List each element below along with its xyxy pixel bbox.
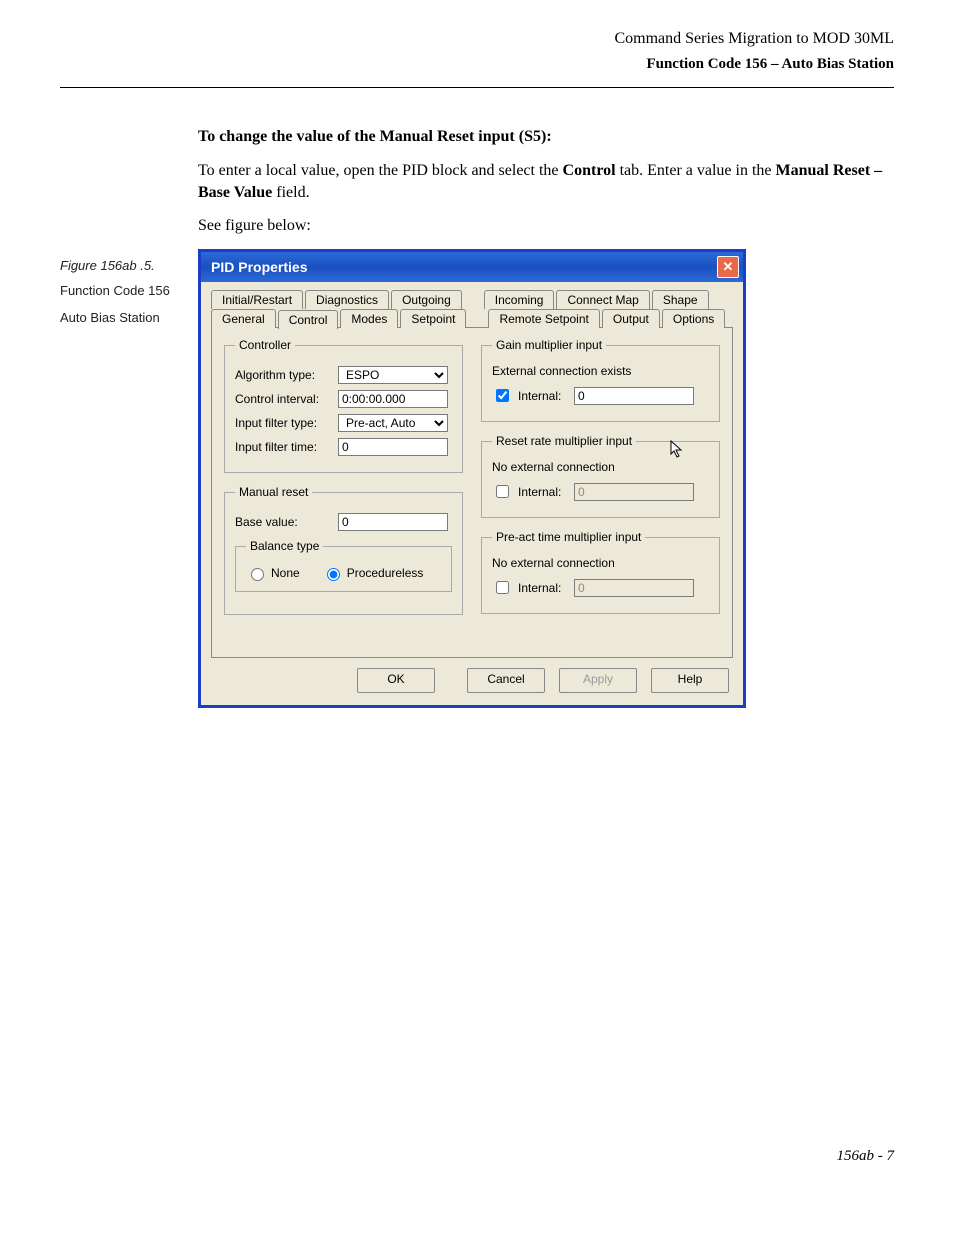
tab-output[interactable]: Output bbox=[602, 309, 660, 328]
tab-options[interactable]: Options bbox=[662, 309, 725, 328]
instr-text2: tab. Enter a value in the bbox=[616, 162, 776, 179]
gain-internal-label: Internal: bbox=[518, 389, 568, 403]
tab-incoming[interactable]: Incoming bbox=[484, 290, 555, 309]
dialog-title: PID Properties bbox=[211, 259, 307, 275]
tab-diagnostics[interactable]: Diagnostics bbox=[305, 290, 389, 309]
doc-title: Command Series Migration to MOD 30ML bbox=[60, 30, 894, 48]
preact-internal-input bbox=[574, 579, 694, 597]
input-filter-type-label: Input filter type: bbox=[235, 416, 330, 430]
base-value-label: Base value: bbox=[235, 515, 330, 529]
preact-group: Pre-act time multiplier input No externa… bbox=[481, 530, 720, 614]
instr-bold-control: Control bbox=[563, 162, 616, 179]
tab-remote-setpoint[interactable]: Remote Setpoint bbox=[488, 309, 599, 328]
cursor-icon bbox=[670, 440, 686, 460]
preact-internal-label: Internal: bbox=[518, 581, 568, 595]
manual-reset-legend: Manual reset bbox=[235, 485, 312, 499]
gain-legend: Gain multiplier input bbox=[492, 338, 606, 352]
input-filter-time-label: Input filter time: bbox=[235, 440, 330, 454]
gain-multiplier-group: Gain multiplier input External connectio… bbox=[481, 338, 720, 422]
tab-control[interactable]: Control bbox=[278, 310, 339, 329]
balance-procedureless-label: Procedureless bbox=[347, 566, 424, 580]
tab-general[interactable]: General bbox=[211, 309, 276, 328]
dialog-titlebar[interactable]: PID Properties ✕ bbox=[201, 252, 743, 282]
control-interval-input[interactable] bbox=[338, 390, 448, 408]
balance-type-group: Balance type None Procedurel bbox=[235, 539, 452, 592]
close-icon[interactable]: ✕ bbox=[717, 256, 739, 278]
input-filter-time-input[interactable] bbox=[338, 438, 448, 456]
manual-reset-group: Manual reset Base value: Balance type bbox=[224, 485, 463, 615]
tab-connect-map[interactable]: Connect Map bbox=[556, 290, 649, 309]
algorithm-type-select[interactable]: ESPO bbox=[338, 366, 448, 384]
pid-properties-dialog: PID Properties ✕ Initial/Restart Diagnos… bbox=[198, 249, 746, 708]
gain-status: External connection exists bbox=[492, 364, 709, 378]
cancel-button[interactable]: Cancel bbox=[467, 668, 545, 693]
reset-rate-internal-label: Internal: bbox=[518, 485, 568, 499]
sidebar-name: Auto Bias Station bbox=[60, 310, 190, 327]
reset-rate-internal-input bbox=[574, 483, 694, 501]
instr-text: To enter a local value, open the PID blo… bbox=[198, 162, 563, 179]
reset-rate-legend: Reset rate multiplier input bbox=[492, 434, 636, 448]
instruction-heading: To change the value of the Manual Reset … bbox=[198, 128, 894, 146]
reset-rate-internal-checkbox[interactable] bbox=[496, 485, 509, 498]
header-rule bbox=[60, 87, 894, 88]
help-button[interactable]: Help bbox=[651, 668, 729, 693]
controller-legend: Controller bbox=[235, 338, 295, 352]
reset-rate-status: No external connection bbox=[492, 460, 709, 474]
apply-button: Apply bbox=[559, 668, 637, 693]
controller-group: Controller Algorithm type: ESPO Control … bbox=[224, 338, 463, 473]
tab-row-back: Initial/Restart Diagnostics Outgoing Inc… bbox=[211, 290, 733, 309]
figure-label: Figure 156ab .5. bbox=[60, 258, 190, 273]
balance-none-label: None bbox=[271, 566, 300, 580]
instruction-body: To enter a local value, open the PID blo… bbox=[198, 160, 894, 203]
tab-shape[interactable]: Shape bbox=[652, 290, 709, 309]
ok-button[interactable]: OK bbox=[357, 668, 435, 693]
dialog-button-row: OK Cancel Apply Help bbox=[201, 658, 743, 705]
see-figure: See figure below: bbox=[198, 217, 894, 235]
tab-row-front: General Control Modes Setpoint Remote Se… bbox=[211, 309, 733, 328]
page-number: 156ab - 7 bbox=[837, 1148, 895, 1165]
balance-none-radio[interactable] bbox=[251, 568, 264, 581]
gain-internal-checkbox[interactable] bbox=[496, 389, 509, 402]
preact-legend: Pre-act time multiplier input bbox=[492, 530, 645, 544]
balance-type-legend: Balance type bbox=[246, 539, 323, 553]
tab-setpoint[interactable]: Setpoint bbox=[400, 309, 466, 328]
instr-text3: field. bbox=[272, 184, 309, 201]
base-value-input[interactable] bbox=[338, 513, 448, 531]
tab-initial-restart[interactable]: Initial/Restart bbox=[211, 290, 303, 309]
section-title: Function Code 156 – Auto Bias Station bbox=[60, 56, 894, 73]
input-filter-type-select[interactable]: Pre-act, Auto bbox=[338, 414, 448, 432]
balance-procedureless-radio[interactable] bbox=[327, 568, 340, 581]
algorithm-type-label: Algorithm type: bbox=[235, 368, 330, 382]
control-interval-label: Control interval: bbox=[235, 392, 330, 406]
sidebar-fc: Function Code 156 bbox=[60, 283, 190, 300]
tab-panel-control: Controller Algorithm type: ESPO Control … bbox=[211, 327, 733, 658]
tab-modes[interactable]: Modes bbox=[340, 309, 398, 328]
tab-outgoing[interactable]: Outgoing bbox=[391, 290, 462, 309]
gain-internal-input[interactable] bbox=[574, 387, 694, 405]
preact-status: No external connection bbox=[492, 556, 709, 570]
preact-internal-checkbox[interactable] bbox=[496, 581, 509, 594]
